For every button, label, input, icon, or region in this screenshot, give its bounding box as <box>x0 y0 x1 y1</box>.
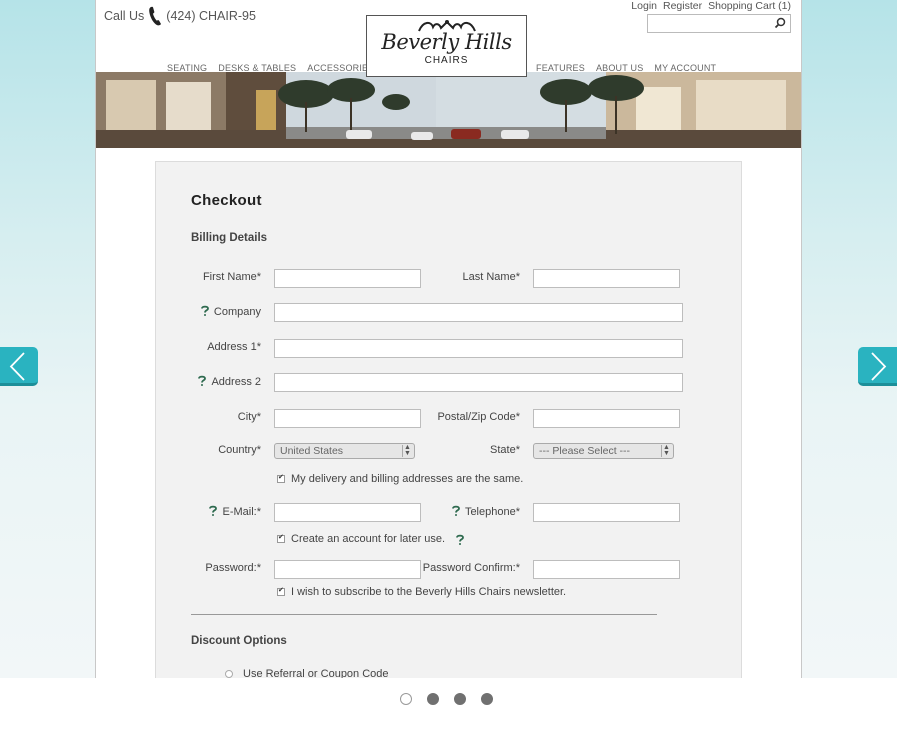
password-label: Password:* <box>205 562 261 574</box>
coupon-option-row: Use Referral or Coupon Code <box>225 668 389 678</box>
phone-number[interactable]: (424) CHAIR-95 <box>166 9 256 23</box>
password-field[interactable] <box>274 560 421 579</box>
search-icon[interactable] <box>774 17 786 29</box>
address2-label: Address 2 <box>197 375 261 388</box>
address2-label-text: Address 2 <box>211 376 261 388</box>
address1-label: Address 1* <box>207 341 261 353</box>
create-account-row: Create an account for later use. <box>277 533 469 545</box>
password-confirm-field[interactable] <box>533 560 680 579</box>
checkout-panel: Checkout Billing Details First Name* Las… <box>155 161 742 678</box>
slide-dot-3[interactable] <box>454 693 466 705</box>
company-label-text: Company <box>213 306 261 318</box>
same-address-row: My delivery and billing addresses are th… <box>277 473 523 485</box>
slide-dot-2[interactable] <box>427 693 439 705</box>
create-account-checkbox[interactable] <box>277 533 285 543</box>
select-arrows-icon: ▲ ▼ <box>402 444 412 457</box>
country-label: Country* <box>218 444 261 456</box>
select-arrows-icon: ▲ ▼ <box>661 444 671 457</box>
newsletter-checkbox[interactable] <box>277 586 285 596</box>
last-name-field[interactable] <box>533 269 680 288</box>
newsletter-row: I wish to subscribe to the Beverly Hills… <box>277 586 566 598</box>
street-scene <box>96 72 801 148</box>
slide-pagination <box>400 693 493 705</box>
company-label: Company <box>200 305 261 318</box>
email-label: E-Mail:* <box>208 505 261 518</box>
section-divider <box>191 614 657 615</box>
call-us-label: Call Us <box>104 9 145 23</box>
first-name-label: First Name* <box>202 271 261 283</box>
city-label: City* <box>237 411 261 423</box>
slide-dot-4[interactable] <box>481 693 493 705</box>
slideshow-stage: Call Us (424) CHAIR-95 Login Register Sh… <box>0 0 897 678</box>
discount-options-heading: Discount Options <box>191 635 287 647</box>
state-select-value: --- Please Select --- <box>539 445 631 457</box>
shopping-cart-link[interactable]: Shopping Cart (1) <box>708 0 791 12</box>
crown-ornament-icon <box>417 20 476 32</box>
state-select[interactable]: --- Please Select --- ▲ ▼ <box>533 443 674 459</box>
website-screenshot: Call Us (424) CHAIR-95 Login Register Sh… <box>95 0 802 678</box>
last-name-label: Last Name* <box>462 271 520 283</box>
password-confirm-label: Password Confirm:* <box>422 562 520 574</box>
postal-code-label: Postal/Zip Code* <box>437 411 520 423</box>
same-address-label: My delivery and billing addresses are th… <box>291 473 524 485</box>
help-icon[interactable] <box>451 505 461 516</box>
help-icon[interactable] <box>208 505 218 516</box>
address1-field[interactable] <box>274 339 683 358</box>
city-field[interactable] <box>274 409 421 428</box>
previous-slide-button[interactable] <box>0 347 38 386</box>
street-banner-image <box>96 72 801 148</box>
help-icon[interactable] <box>200 305 210 316</box>
postal-code-field[interactable] <box>533 409 680 428</box>
company-field[interactable] <box>274 303 683 322</box>
address2-field[interactable] <box>274 373 683 392</box>
coupon-option-label: Use Referral or Coupon Code <box>243 668 389 678</box>
state-label: State* <box>490 444 520 456</box>
site-logo[interactable]: Beverly Hills CHAIRS <box>366 15 527 77</box>
phone-icon <box>149 6 162 26</box>
slide-dot-1[interactable] <box>400 693 412 705</box>
logo-subtitle: CHAIRS <box>424 55 469 66</box>
call-us: Call Us (424) CHAIR-95 <box>104 6 256 26</box>
same-address-checkbox[interactable] <box>277 473 285 483</box>
email-label-text: E-Mail:* <box>222 506 261 518</box>
telephone-field[interactable] <box>533 503 680 522</box>
country-select-value: United States <box>280 445 344 457</box>
telephone-label: Telephone* <box>451 505 520 518</box>
email-field[interactable] <box>274 503 421 522</box>
telephone-label-text: Telephone* <box>464 506 520 518</box>
billing-details-heading: Billing Details <box>191 232 268 244</box>
create-account-label: Create an account for later use. <box>291 533 446 545</box>
help-icon[interactable] <box>455 534 465 545</box>
country-select[interactable]: United States ▲ ▼ <box>274 443 415 459</box>
chevron-right-icon <box>871 352 887 381</box>
register-link[interactable]: Register <box>663 0 702 12</box>
login-link[interactable]: Login <box>631 0 657 12</box>
coupon-radio[interactable] <box>225 670 233 678</box>
account-links: Login Register Shopping Cart (1) <box>631 0 791 12</box>
next-slide-button[interactable] <box>858 347 897 386</box>
first-name-field[interactable] <box>274 269 421 288</box>
chevron-left-icon <box>9 352 25 381</box>
checkout-title: Checkout <box>191 192 262 209</box>
search-input[interactable] <box>647 14 791 33</box>
newsletter-label: I wish to subscribe to the Beverly Hills… <box>291 586 567 598</box>
help-icon[interactable] <box>197 375 207 386</box>
